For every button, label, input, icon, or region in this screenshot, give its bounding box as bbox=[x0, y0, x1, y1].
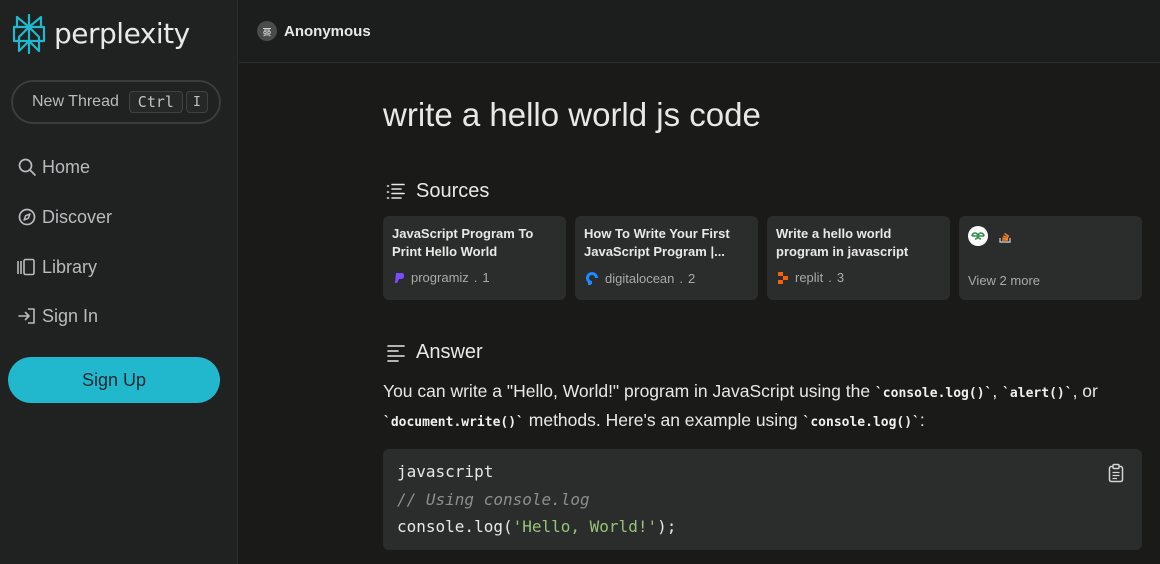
source-site: programiz bbox=[411, 270, 469, 285]
source-index: 1 bbox=[482, 270, 490, 285]
view-more-label: View 2 more bbox=[968, 273, 1041, 288]
answer-separator: , bbox=[992, 381, 1003, 401]
code-block[interactable]: javascript // Using console.log console.… bbox=[383, 449, 1142, 550]
source-card-2[interactable]: How To Write Your First JavaScript Progr… bbox=[575, 216, 758, 300]
answer-lines-icon bbox=[387, 344, 405, 362]
user-name: Anonymous bbox=[284, 22, 371, 40]
programiz-favicon bbox=[395, 272, 404, 283]
search-icon bbox=[18, 158, 36, 176]
source-card-1[interactable]: JavaScript Program To Print Hello World … bbox=[383, 216, 566, 300]
source-site: digitalocean bbox=[605, 270, 675, 286]
code-language: javascript bbox=[397, 462, 494, 481]
code-string: 'Hello, World!' bbox=[512, 517, 658, 536]
sources-list-icon bbox=[386, 183, 405, 199]
sidebar-item-discover[interactable]: Discover bbox=[16, 206, 112, 228]
stackoverflow-favicon bbox=[999, 232, 1011, 243]
sidebar-item-label: Sign In bbox=[42, 305, 99, 326]
source-index: 3 bbox=[836, 270, 845, 285]
sign-in-icon bbox=[18, 308, 35, 324]
source-meta: programiz . 1 bbox=[392, 270, 557, 285]
top-bar: Anonymous bbox=[239, 0, 1160, 63]
sources-heading-label: Sources bbox=[416, 180, 490, 202]
shortcut-ctrl-key: Ctrl bbox=[128, 91, 183, 113]
answer-middle: methods. Here's an example using bbox=[523, 410, 803, 430]
sidebar-item-label: Discover bbox=[42, 206, 113, 227]
sources-heading: Sources bbox=[386, 180, 489, 203]
perplexity-logo-icon bbox=[12, 14, 46, 54]
answer-intro: You can write a "Hello, World!" program … bbox=[383, 381, 875, 401]
library-icon bbox=[17, 258, 35, 276]
code-close: ); bbox=[657, 517, 677, 536]
sidebar-item-label: Library bbox=[42, 256, 98, 277]
replit-favicon bbox=[778, 271, 788, 284]
source-card-3[interactable]: Write a hello world program in javascrip… bbox=[767, 216, 950, 300]
sidebar-item-library[interactable]: Library bbox=[16, 256, 97, 278]
source-index: 2 bbox=[688, 270, 696, 286]
sidebar-item-home[interactable]: Home bbox=[16, 156, 90, 178]
answer-separator: , or bbox=[1072, 381, 1098, 401]
brand-name: perplexity bbox=[54, 17, 190, 50]
more-sources-favicons bbox=[968, 226, 1133, 246]
code-comment-line: // Using console.log bbox=[397, 490, 590, 509]
new-thread-label: New Thread bbox=[32, 93, 119, 110]
inline-code: `document.write()` bbox=[383, 415, 524, 430]
source-meta: digitalocean . 2 bbox=[584, 270, 749, 286]
app-window: perplexity New Thread Ctrl I Home Discov… bbox=[0, 0, 1160, 564]
page-title: write a hello world js code bbox=[383, 96, 761, 133]
sidebar: perplexity New Thread Ctrl I Home Discov… bbox=[0, 0, 238, 564]
sidebar-item-sign-in[interactable]: Sign In bbox=[16, 305, 98, 327]
code-function: console.log( bbox=[397, 517, 513, 536]
sidebar-item-label: Home bbox=[42, 156, 91, 177]
answer-end: : bbox=[919, 410, 925, 430]
shortcut-i-key: I bbox=[185, 91, 208, 113]
logo[interactable]: perplexity bbox=[12, 14, 190, 54]
code-statement-line: console.log('Hello, World!'); bbox=[397, 513, 1128, 540]
source-meta: replit . 3 bbox=[776, 270, 941, 285]
compass-icon bbox=[18, 208, 36, 226]
answer-heading: Answer bbox=[386, 341, 483, 364]
inline-code: `alert()` bbox=[1002, 386, 1073, 401]
inline-code: `console.log()` bbox=[874, 386, 993, 401]
user-indicator[interactable]: Anonymous bbox=[257, 21, 371, 41]
answer-text: You can write a "Hello, World!" program … bbox=[383, 378, 1148, 436]
clipboard-icon[interactable] bbox=[1106, 463, 1126, 483]
inline-code: `console.log()` bbox=[802, 415, 920, 430]
answer-heading-label: Answer bbox=[416, 341, 483, 363]
sign-up-button[interactable]: Sign Up bbox=[8, 357, 220, 403]
source-title: JavaScript Program To Print Hello World bbox=[392, 226, 534, 259]
source-site: replit bbox=[795, 270, 824, 285]
digitalocean-favicon bbox=[586, 272, 598, 285]
source-title: Write a hello world program in javascrip… bbox=[776, 226, 909, 259]
geeksforgeeks-favicon bbox=[968, 226, 988, 246]
anonymous-avatar-icon bbox=[257, 21, 277, 41]
source-title: How To Write Your First JavaScript Progr… bbox=[584, 226, 730, 259]
view-more-sources-card[interactable]: View 2 more bbox=[959, 216, 1142, 300]
new-thread-button[interactable]: New Thread Ctrl I bbox=[11, 80, 221, 124]
